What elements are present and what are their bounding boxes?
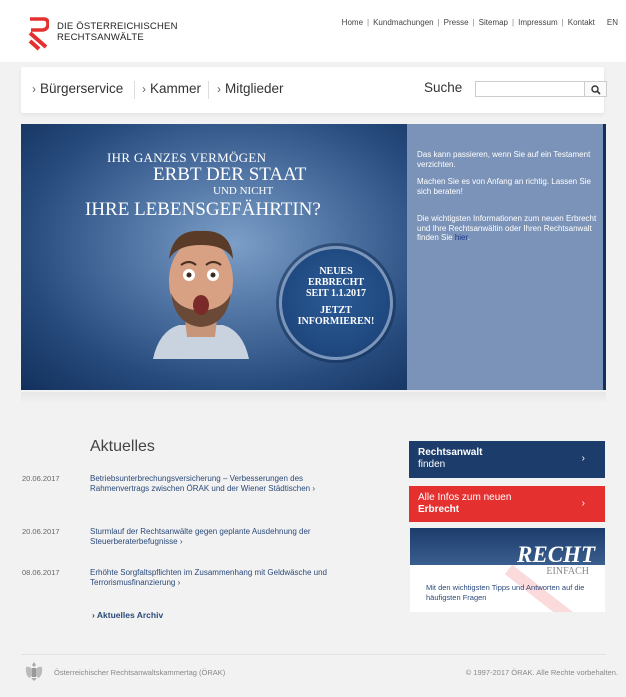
topnav-home[interactable]: Home	[342, 18, 363, 27]
box-title: Rechtsanwalt	[418, 447, 483, 458]
oerak-logo-icon[interactable]	[27, 17, 49, 51]
box-subtitle: finden	[418, 459, 446, 470]
logo-line1: DIE ÖSTERREICHISCHEN	[57, 21, 178, 32]
topnav-sitemap[interactable]: Sitemap	[479, 18, 508, 27]
teaser-text: Mit den wichtigsten Tipps und Antworten …	[426, 583, 585, 602]
chevron-right-icon: ›	[581, 453, 585, 464]
chevron-right-icon: ›	[581, 498, 585, 509]
news-heading: Aktuelles	[90, 438, 155, 455]
topnav-presse[interactable]: Presse	[444, 18, 469, 27]
nav-label: Kammer	[150, 81, 202, 96]
chevron-right-icon: ›	[177, 578, 181, 587]
badge-line: JETZT	[320, 305, 352, 316]
news-item-link[interactable]: Betriebsunterbrechungsversicherung – Ver…	[90, 474, 340, 494]
hero-headline-3: UND NICHT	[213, 185, 274, 197]
hero-strip	[603, 124, 606, 390]
chevron-right-icon: ›	[312, 484, 316, 493]
divider	[134, 81, 135, 99]
chevron-right-icon: ›	[32, 82, 36, 96]
nav-item-buergerservice[interactable]: › Bürgerservice	[32, 81, 123, 96]
top-nav: Home | Kundmachungen | Presse | Sitemap | Impres…	[342, 18, 618, 27]
hero-hier-link[interactable]: hier	[455, 233, 468, 242]
nav-label: Bürgerservice	[40, 81, 124, 96]
austrian-eagle-icon	[25, 662, 43, 681]
chevron-right-icon: ›	[217, 82, 221, 96]
archive-label: Aktuelles Archiv	[96, 610, 164, 620]
hero-banner[interactable]: IHR GANZES VERMÖGEN ERBT DER STAAT UND N…	[21, 124, 606, 390]
search-label: Suche	[424, 80, 463, 95]
erbrecht-info-button[interactable]: Alle Infos zum neuen Erbrecht ›	[409, 486, 605, 522]
hero-text-3-end: .	[467, 233, 470, 242]
language-switch-en[interactable]: EN	[607, 18, 618, 27]
nav-item-mitglieder[interactable]: › Mitglieder	[217, 81, 284, 96]
badge-line: ERBRECHT	[307, 277, 365, 288]
surprised-man-image	[153, 230, 249, 359]
main-nav: › Bürgerservice › Kammer › Mitglieder Suche	[21, 67, 607, 113]
hero-headline-2: ERBT DER STAAT	[153, 164, 307, 185]
recht-title: RECHT	[517, 542, 595, 567]
logo-text[interactable]: DIE ÖSTERREICHISCHEN RECHTSANWÄLTE	[57, 21, 178, 43]
nav-item-kammer[interactable]: › Kammer	[142, 81, 201, 96]
separator: |	[367, 18, 370, 27]
news-text: Sturmlauf der Rechtsanwälte gegen geplan…	[90, 527, 311, 546]
news-item-link[interactable]: Sturmlauf der Rechtsanwälte gegen geplan…	[90, 527, 340, 547]
recht-einfach-teaser[interactable]: RECHT EINFACH Mit den wichtigsten Tipps …	[410, 528, 605, 612]
news-date: 08.06.2017	[22, 568, 60, 577]
nav-label: Mitglieder	[225, 81, 284, 96]
search-icon	[591, 85, 601, 95]
separator: |	[561, 18, 564, 27]
hero-text-1: Das kann passieren, wenn Sie auf ein Tes…	[417, 150, 591, 169]
hero-shadow	[21, 392, 606, 404]
news-text: Erhöhte Sorgfaltspflichten im Zusammenha…	[90, 568, 328, 587]
rechtsanwalt-finden-button[interactable]: Rechtsanwalt finden ›	[409, 441, 605, 478]
topnav-kundmachungen[interactable]: Kundmachungen	[373, 18, 434, 27]
header: DIE ÖSTERREICHISCHEN RECHTSANWÄLTE Home |…	[0, 0, 626, 62]
news-date: 20.06.2017	[22, 527, 60, 536]
footer-organisation: Österreichischer Rechtsanwaltskammertag …	[54, 668, 226, 677]
box-title: Alle Infos zum neuen	[418, 492, 512, 503]
search-button[interactable]	[585, 81, 607, 97]
news-archive-link[interactable]: › Aktuelles Archiv	[92, 610, 163, 620]
footer-divider	[21, 654, 606, 655]
hero-text-3: Die wichtigsten Informationen zum neuen …	[417, 214, 597, 243]
separator: |	[472, 18, 475, 27]
chevron-right-icon: ›	[142, 82, 146, 96]
badge-line: INFORMIEREN!	[297, 316, 375, 327]
hero-text-2: Machen Sie es von Anfang an richtig. Las…	[417, 177, 591, 196]
separator: |	[512, 18, 515, 27]
divider	[208, 81, 209, 99]
news-item-link[interactable]: Erhöhte Sorgfaltspflichten im Zusammenha…	[90, 568, 340, 588]
hero-headline-4: IHRE LEBENSGEFÄHRTIN?	[85, 199, 321, 220]
footer-copyright: © 1997-2017 ÖRAK. Alle Rechte vorbehalte…	[465, 668, 618, 677]
search-input[interactable]	[475, 81, 585, 97]
separator: |	[437, 18, 440, 27]
logo-line2: RECHTSANWÄLTE	[57, 32, 144, 43]
hero-text-3-body: Die wichtigsten Informationen zum neuen …	[417, 214, 597, 242]
topnav-kontakt[interactable]: Kontakt	[568, 18, 595, 27]
einfach-subtitle: EINFACH	[546, 566, 589, 577]
erbrecht-badge[interactable]: NEUES ERBRECHT SEIT 1.1.2017 JETZT INFOR…	[279, 246, 393, 360]
box-subtitle: Erbrecht	[418, 504, 460, 515]
news-date: 20.06.2017	[22, 474, 60, 483]
badge-line: SEIT 1.1.2017	[305, 288, 367, 299]
badge-line: NEUES	[319, 266, 353, 277]
news-text: Betriebsunterbrechungsversicherung – Ver…	[90, 474, 311, 493]
chevron-right-icon: ›	[179, 537, 183, 546]
topnav-impressum[interactable]: Impressum	[518, 18, 558, 27]
